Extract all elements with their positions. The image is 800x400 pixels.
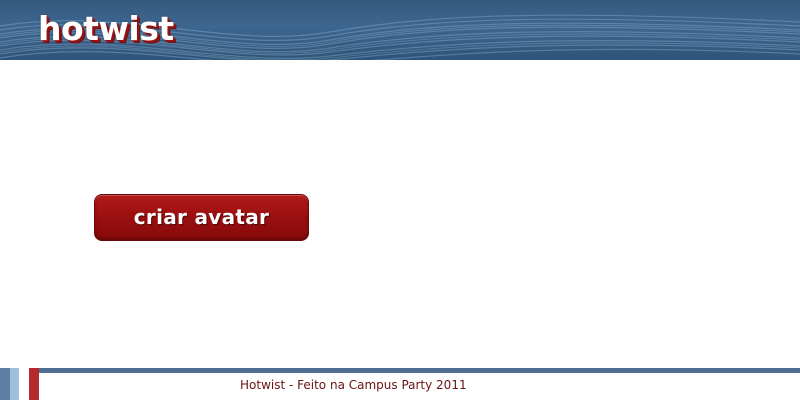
- footer-stripe-red: [29, 368, 39, 400]
- footer-stripe-white: [19, 368, 29, 400]
- create-avatar-label: criar avatar: [133, 204, 270, 229]
- hotwist-logo[interactable]: hotwist: [38, 9, 174, 49]
- create-avatar-button[interactable]: criar avatar: [94, 194, 309, 241]
- footer-stripe-light-blue: [10, 368, 19, 400]
- header-banner: hotwist: [0, 0, 800, 60]
- footer-divider: [0, 368, 800, 373]
- footer-stripe-dark-blue: [0, 368, 10, 400]
- footer-stripes-decoration: [0, 368, 40, 400]
- footer-credit-text: Hotwist - Feito na Campus Party 2011: [240, 378, 467, 392]
- footer: Hotwist - Feito na Campus Party 2011: [0, 368, 800, 400]
- main-content: criar avatar: [0, 60, 800, 368]
